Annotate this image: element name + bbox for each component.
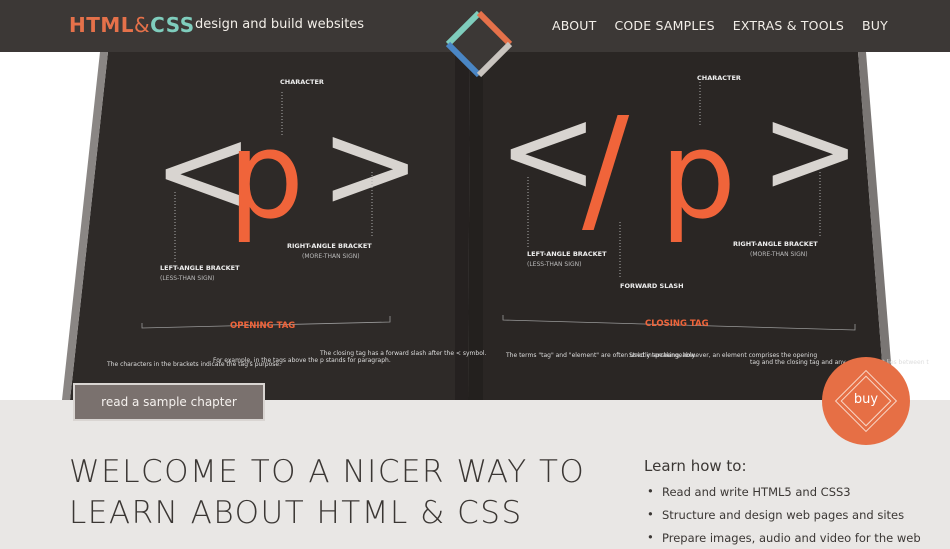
book-photo: < p > CHARACTER LEFT-ANGLE BRACKET (LESS… xyxy=(62,52,929,400)
read-sample-chapter-button[interactable]: read a sample chapter xyxy=(73,383,265,421)
svg-text:(LESS-THAN SIGN): (LESS-THAN SIGN) xyxy=(527,261,581,268)
learn-list: Read and write HTML5 and CSS3 Structure … xyxy=(644,484,921,545)
svg-text:RIGHT-ANGLE BRACKET: RIGHT-ANGLE BRACKET xyxy=(287,242,372,250)
svg-text:(MORE-THAN SIGN): (MORE-THAN SIGN) xyxy=(302,253,360,260)
buy-button-label: buy xyxy=(853,392,879,407)
nav-about[interactable]: ABOUT xyxy=(552,18,597,33)
svg-text:(MORE-THAN SIGN): (MORE-THAN SIGN) xyxy=(750,251,808,258)
logo-css-text: CSS xyxy=(150,13,195,37)
diamond-logo-icon[interactable] xyxy=(443,8,515,80)
left-close-bracket: > xyxy=(320,97,421,236)
svg-text:Strictly speaking, however, an: Strictly speaking, however, an element c… xyxy=(629,352,817,359)
list-item: Structure and design web pages and sites xyxy=(644,507,921,522)
svg-text:OPENING TAG: OPENING TAG xyxy=(230,321,295,331)
svg-text:(LESS-THAN SIGN): (LESS-THAN SIGN) xyxy=(160,275,214,282)
svg-text:FORWARD SLASH: FORWARD SLASH xyxy=(620,282,684,290)
right-p-char: p xyxy=(660,107,736,246)
learn-heading: Learn how to: xyxy=(644,457,747,475)
logo-amp-text: & xyxy=(134,13,151,37)
list-item: Prepare images, audio and video for the … xyxy=(644,530,921,545)
svg-text:CHARACTER: CHARACTER xyxy=(697,74,741,82)
hero-banner: < p > CHARACTER LEFT-ANGLE BRACKET (LESS… xyxy=(0,52,950,400)
welcome-heading: WELCOME TO A NICER WAY TO LEARN ABOUT HT… xyxy=(69,454,586,531)
left-p-char: p xyxy=(228,107,304,246)
svg-text:LEFT-ANGLE BRACKET: LEFT-ANGLE BRACKET xyxy=(527,250,607,258)
main-nav: ABOUT CODE SAMPLES EXTRAS & TOOLS BUY xyxy=(552,18,888,33)
logo-html-text: HTML xyxy=(69,13,135,37)
nav-extras-tools[interactable]: EXTRAS & TOOLS xyxy=(733,18,844,33)
site-tagline: design and build websites xyxy=(195,17,365,32)
svg-text:RIGHT-ANGLE BRACKET: RIGHT-ANGLE BRACKET xyxy=(733,240,818,248)
svg-text:CHARACTER: CHARACTER xyxy=(280,78,324,86)
buy-button[interactable]: buy xyxy=(822,357,910,445)
svg-text:CLOSING TAG: CLOSING TAG xyxy=(645,319,709,329)
right-close-bracket: > xyxy=(760,82,861,221)
list-item: Read and write HTML5 and CSS3 xyxy=(644,484,921,499)
nav-code-samples[interactable]: CODE SAMPLES xyxy=(614,18,714,33)
svg-text:LEFT-ANGLE BRACKET: LEFT-ANGLE BRACKET xyxy=(160,264,240,272)
svg-text:For example, in the tags above: For example, in the tags above the p sta… xyxy=(213,357,391,364)
site-logo[interactable]: HTML&CSS xyxy=(69,13,195,37)
right-slash-char: / xyxy=(582,88,630,251)
nav-buy[interactable]: BUY xyxy=(862,18,888,33)
learn-section: Learn how to: Read and write HTML5 and C… xyxy=(644,457,921,549)
svg-text:The closing tag has a forward: The closing tag has a forward slash afte… xyxy=(319,350,487,357)
